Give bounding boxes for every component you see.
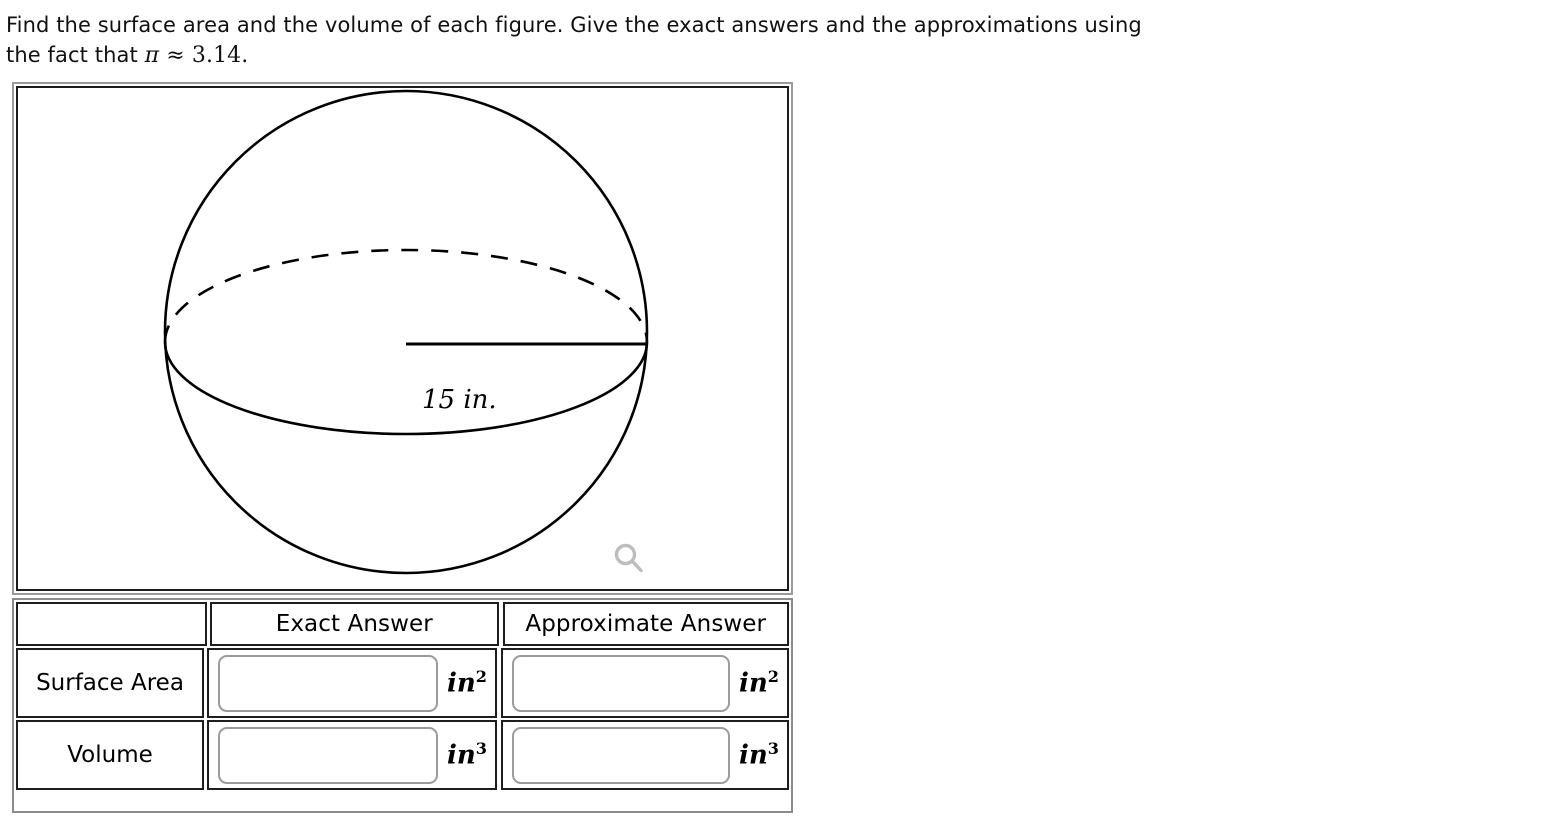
row-label-cell-volume: Volume [16, 720, 204, 790]
problem-instructions: Find the surface area and the volume of … [6, 10, 1406, 71]
unit-base: in [739, 668, 768, 699]
input-surface-area-approximate[interactable] [512, 654, 730, 712]
equator-back-dashed [163, 248, 649, 343]
sphere-diagram [163, 89, 649, 575]
unit-volume-approximate: in3 [739, 741, 779, 769]
unit-base: in [447, 740, 476, 771]
row-label-surface-area: Surface Area [36, 670, 184, 696]
input-volume-exact[interactable] [218, 726, 438, 784]
figure-canvas[interactable]: 15 in. [16, 86, 789, 591]
input-surface-area-exact[interactable] [218, 654, 438, 712]
unit-base: in [739, 740, 768, 771]
pi-value: 3.14. [191, 43, 249, 68]
input-volume-approximate[interactable] [512, 726, 730, 784]
sphere-outline [163, 89, 649, 575]
unit-base: in [447, 668, 476, 699]
field-wrap-volume-exact: in3 [209, 722, 495, 788]
cell-surface-area-exact: in2 [207, 648, 497, 718]
answer-table: Exact Answer Approximate Answer Surface … [12, 598, 793, 813]
field-wrap-volume-approximate: in3 [503, 722, 787, 788]
header-exact-label: Exact Answer [275, 611, 433, 637]
instruction-line-1: Find the surface area and the volume of … [6, 13, 1142, 37]
header-approximate-label: Approximate Answer [525, 611, 767, 637]
cell-volume-approximate: in3 [501, 720, 789, 790]
unit-exponent: 3 [475, 739, 487, 759]
table-row-surface-area: Surface Area in2 in2 [16, 648, 789, 718]
cell-volume-exact: in3 [207, 720, 497, 790]
unit-surface-area-approximate: in2 [739, 669, 779, 697]
figure-panel: 15 in. [12, 82, 793, 595]
row-label-cell-surface-area: Surface Area [16, 648, 204, 718]
unit-surface-area-exact: in2 [447, 669, 487, 697]
field-wrap-surface-area-approximate: in2 [503, 650, 787, 716]
approx-sign: ≈ [166, 43, 185, 68]
header-cell-exact: Exact Answer [210, 602, 499, 646]
field-wrap-surface-area-exact: in2 [209, 650, 495, 716]
unit-exponent: 3 [767, 739, 779, 759]
instruction-line-2: the fact that [6, 43, 145, 67]
table-row-volume: Volume in3 in3 [16, 720, 789, 790]
unit-volume-exact: in3 [447, 741, 487, 769]
equator-front-solid [163, 341, 649, 436]
unit-exponent: 2 [475, 667, 487, 687]
unit-exponent: 2 [767, 667, 779, 687]
pi-symbol: π [144, 43, 160, 68]
magnifier-icon[interactable] [609, 539, 649, 579]
radius-label: 15 in. [422, 385, 497, 415]
cell-surface-area-approximate: in2 [501, 648, 789, 718]
table-header-row: Exact Answer Approximate Answer [16, 602, 789, 646]
header-cell-approximate: Approximate Answer [502, 602, 789, 646]
row-label-volume: Volume [67, 742, 153, 768]
header-cell-corner [16, 602, 208, 646]
